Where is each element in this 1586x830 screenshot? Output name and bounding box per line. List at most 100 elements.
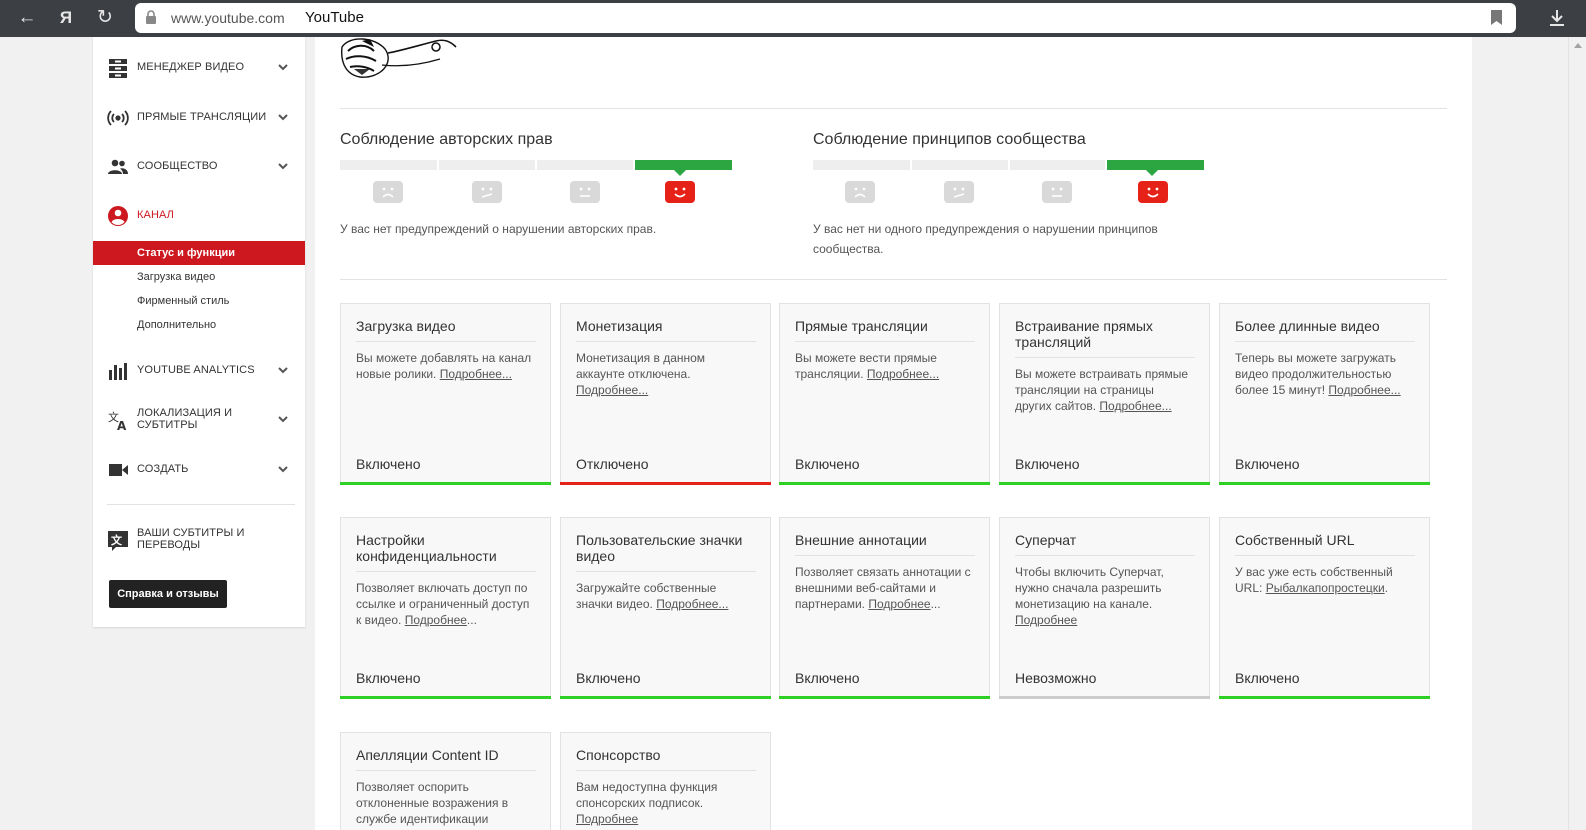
yandex-logo-button[interactable]: Я (53, 6, 79, 30)
community-status: У вас нет ни одного предупреждения о нар… (813, 222, 1158, 256)
card-more-link[interactable]: Подробнее (1015, 613, 1077, 627)
card-status: Отключено (576, 456, 649, 472)
sidebar-divider (107, 504, 295, 505)
card-divider (356, 571, 536, 572)
card-status: Включено (1015, 456, 1080, 472)
card-more-link[interactable]: Подробнее... (1328, 383, 1400, 397)
browser-toolbar: ← Я ↻ www.youtube.com YouTube (0, 0, 1586, 37)
card-description: У вас уже есть собственный URL: Рыбалкапо… (1235, 565, 1393, 595)
url-domain: www.youtube.com (171, 10, 285, 26)
sidebar: МЕНЕДЖЕР ВИДЕО ПРЯМЫЕ ТРАНСЛЯЦИИ СООБЩЕС… (93, 37, 305, 627)
chevron-down-icon[interactable] (277, 62, 289, 72)
live-broadcast-icon (107, 110, 129, 126)
custom-url-link[interactable]: Рыбалкапопростецки (1266, 581, 1385, 595)
sidebar-item-video-manager[interactable]: МЕНЕДЖЕР ВИДЕО (93, 53, 305, 83)
sidebar-subitem-advanced[interactable]: Дополнительно (93, 313, 305, 337)
card-status: Включено (356, 456, 421, 472)
reload-button[interactable]: ↻ (92, 6, 118, 30)
feature-card-privacy[interactable]: Настройки конфиденциальности Позволяет вк… (340, 517, 551, 699)
card-more-link[interactable]: Подробнее (868, 597, 930, 611)
sidebar-item-community[interactable]: СООБЩЕСТВО (93, 152, 305, 182)
scroll-up-arrow-icon[interactable] (1574, 43, 1582, 48)
bookmark-icon[interactable] (1491, 10, 1502, 25)
feature-card-sponsorship[interactable]: Спонсорство Вам недоступна функция спонсо… (560, 732, 771, 830)
card-more-link[interactable]: Подробнее... (867, 367, 939, 381)
feature-card-live[interactable]: Прямые трансляции Вы можете вести прямые… (779, 303, 990, 485)
page-scrollbar[interactable] (1568, 37, 1586, 830)
feature-card-custom-thumbnails[interactable]: Пользовательские значки видео Загружайте … (560, 517, 771, 699)
card-title: Пользовательские значки видео (576, 532, 743, 564)
card-more-link[interactable]: Подробнее (576, 812, 638, 826)
sidebar-subitem-branding[interactable]: Фирменный стиль (93, 289, 305, 313)
card-divider (356, 341, 536, 342)
card-more-link[interactable]: Подробнее... (656, 597, 728, 611)
download-icon[interactable] (1546, 7, 1568, 29)
card-more-link[interactable]: Подробнее... (576, 383, 648, 397)
feature-card-embed-live[interactable]: Встраивание прямых трансляций Вы можете в… (999, 303, 1210, 485)
copyright-status: У вас нет предупреждений о нарушении авт… (340, 222, 657, 236)
card-title: Настройки конфиденциальности (356, 532, 497, 564)
chevron-down-icon[interactable] (277, 414, 289, 424)
card-status-bar (340, 482, 551, 485)
chevron-down-icon[interactable] (277, 365, 289, 375)
feature-card-superchat[interactable]: Суперчат Чтобы включить Суперчат, нужно с… (999, 517, 1210, 699)
back-button[interactable]: ← (14, 6, 40, 30)
sidebar-item-channel[interactable]: КАНАЛ (93, 201, 305, 231)
card-status-bar (340, 696, 551, 699)
chevron-down-icon[interactable] (277, 112, 289, 122)
neutral-face-icon (1042, 181, 1072, 203)
card-status: Включено (1235, 670, 1300, 686)
unsure-face-icon (944, 181, 974, 203)
analytics-icon (109, 363, 127, 380)
strike-segment (340, 160, 437, 170)
sidebar-subitem-upload[interactable]: Загрузка видео (93, 265, 305, 289)
card-more-link[interactable]: Подробнее... (440, 367, 512, 381)
chevron-down-icon[interactable] (277, 464, 289, 474)
card-title: Суперчат (1015, 532, 1077, 548)
sidebar-item-localization[interactable]: 文 A ЛОКАЛИЗАЦИЯ И СУБТИТРЫ (93, 405, 305, 435)
card-more-link[interactable]: Подробнее (405, 613, 467, 627)
card-divider (1235, 555, 1415, 556)
sidebar-item-your-subtitles[interactable]: 文 ВАШИ СУБТИТРЫ И ПЕРЕВОДЫ (93, 525, 305, 555)
strike-segment (912, 160, 1008, 170)
sidebar-item-label: КАНАЛ (137, 209, 174, 221)
card-title: Спонсорство (576, 747, 661, 763)
strike-segment (1010, 160, 1105, 170)
card-description: Вы можете встраивать прямые трансляции на… (1015, 367, 1189, 413)
sidebar-item-label: СОЗДАТЬ (137, 463, 189, 475)
feature-card-content-id-appeals[interactable]: Апелляции Content ID Позволяет оспорить о… (340, 732, 551, 830)
card-more-link[interactable]: Подробнее... (1099, 399, 1171, 413)
card-status: Включено (795, 670, 860, 686)
strike-segment-active (635, 160, 732, 170)
sidebar-item-create[interactable]: СОЗДАТЬ (93, 455, 305, 485)
card-title: Загрузка видео (356, 318, 456, 334)
copyright-title: Соблюдение авторских прав (340, 131, 553, 148)
sidebar-item-label: ЛОКАЛИЗАЦИЯ И СУБТИТРЫ (137, 407, 233, 431)
card-divider (576, 571, 756, 572)
sidebar-subitem-status[interactable]: Статус и функции (93, 241, 305, 265)
neutral-face-icon (570, 181, 600, 203)
strike-segment-active (1107, 160, 1204, 170)
card-title: Более длинные видео (1235, 318, 1380, 334)
chevron-down-icon[interactable] (277, 161, 289, 171)
card-description: Монетизация в данном аккаунте отключена. П… (576, 351, 706, 397)
card-divider (1015, 357, 1195, 358)
card-status-bar (999, 482, 1210, 485)
sad-face-icon (845, 181, 875, 203)
page-title: YouTube (305, 9, 364, 26)
card-divider (576, 770, 756, 771)
channel-icon (108, 206, 128, 226)
card-status: Включено (1235, 456, 1300, 472)
help-feedback-button[interactable]: Справка и отзывы (109, 580, 227, 608)
feature-card-upload[interactable]: Загрузка видео Вы можете добавлять на ка… (340, 303, 551, 485)
strike-segment (537, 160, 633, 170)
feature-card-custom-url[interactable]: Собственный URL У вас уже есть собственн… (1219, 517, 1430, 699)
card-status: Включено (576, 670, 641, 686)
sidebar-item-live[interactable]: ПРЯМЫЕ ТРАНСЛЯЦИИ (93, 103, 305, 133)
sidebar-item-analytics[interactable]: YOUTUBE ANALYTICS (93, 356, 305, 386)
feature-card-monetization[interactable]: Монетизация Монетизация в данном аккаунте… (560, 303, 771, 485)
card-description: Теперь вы можете загружать видео продолжи… (1235, 351, 1401, 397)
address-bar[interactable]: www.youtube.com YouTube (135, 3, 1516, 33)
feature-card-external-annotations[interactable]: Внешние аннотации Позволяет связать анно… (779, 517, 990, 699)
feature-card-longer-videos[interactable]: Более длинные видео Теперь вы можете заг… (1219, 303, 1430, 485)
